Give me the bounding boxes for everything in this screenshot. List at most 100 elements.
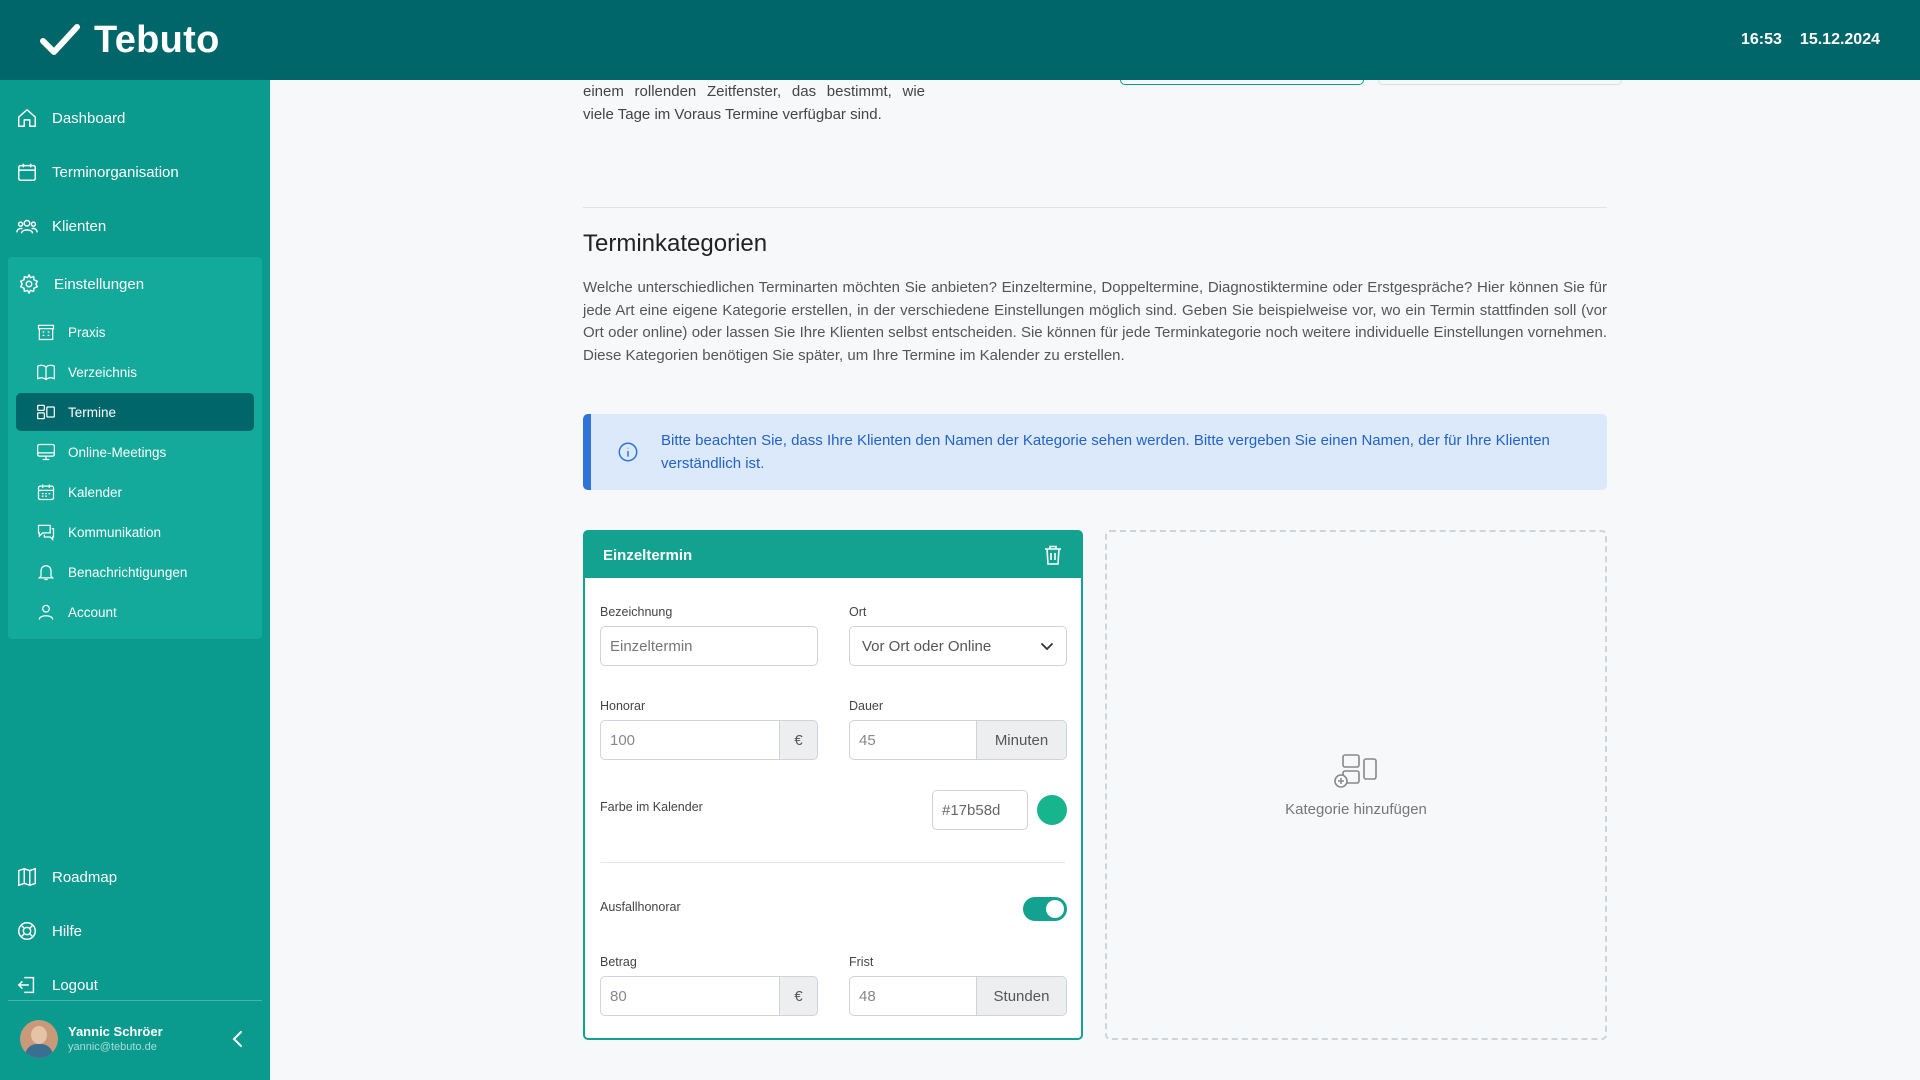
current-date: 15.12.2024: [1799, 31, 1880, 48]
info-icon: [618, 442, 638, 462]
user-profile[interactable]: Yannic Schröer yannic@tebuto.de: [8, 1000, 262, 1076]
dauer-unit: Minuten: [976, 720, 1067, 760]
brand-name: Tebuto: [94, 18, 220, 61]
info-alert: Bitte beachten Sie, dass Ihre Klienten d…: [583, 414, 1607, 490]
category-title: Einzeltermin: [603, 546, 693, 564]
farbe-label: Farbe im Kalender: [600, 800, 703, 814]
farbe-hex-input[interactable]: #17b58d: [932, 790, 1028, 830]
info-text: Bitte beachten Sie, dass Ihre Klienten d…: [661, 432, 1550, 472]
honorar-label: Honorar: [600, 699, 646, 713]
sidebar-item-label: Terminorganisation: [52, 163, 179, 181]
book-icon: [37, 364, 55, 381]
profile-name: Yannic Schröer: [68, 1024, 163, 1039]
sidebar-item-label: Einstellungen: [54, 275, 145, 293]
sidebar-item-verzeichnis[interactable]: Verzeichnis: [16, 353, 254, 391]
checkmark-icon: [40, 24, 80, 55]
sidebar-item-hilfe[interactable]: Hilfe: [0, 904, 270, 958]
calendar-grid-icon: [37, 484, 55, 501]
sidebar-item-label: Kommunikation: [68, 524, 162, 540]
sidebar-item-label: Dashboard: [52, 109, 126, 127]
chevron-down-icon: [1041, 643, 1053, 651]
sidebar-item-label: Kalender: [68, 484, 123, 500]
betrag-label: Betrag: [600, 955, 637, 969]
sidebar-item-label: Roadmap: [52, 868, 118, 886]
category-card: Einzeltermin Bezeichnung Einzeltermin Or…: [583, 530, 1083, 1040]
gear-icon: [20, 274, 38, 294]
appointments-icon: [37, 404, 55, 420]
brand-logo[interactable]: Tebuto: [40, 19, 220, 62]
betrag-input[interactable]: 80: [600, 976, 780, 1016]
top-bar: Tebuto 16:53 15.12.2024: [0, 0, 1920, 80]
color-picker-swatch[interactable]: [1037, 795, 1067, 825]
dauer-label: Dauer: [849, 699, 884, 713]
sidebar-bottom-nav: Roadmap Hilfe Logout: [0, 850, 270, 1012]
trash-icon[interactable]: [1043, 544, 1063, 566]
card-divider: [601, 862, 1065, 863]
building-icon: [37, 324, 55, 341]
sidebar-item-label: Termine: [68, 404, 117, 420]
user-icon: [38, 604, 54, 620]
sidebar-item-online-meetings[interactable]: Online-Meetings: [16, 433, 254, 471]
sidebar-item-kalender[interactable]: Kalender: [16, 473, 254, 511]
avatar: [20, 1019, 58, 1058]
section-divider: [583, 207, 1607, 208]
map-icon: [18, 867, 36, 887]
current-time: 16:53: [1741, 31, 1782, 48]
honorar-currency: €: [779, 720, 818, 760]
home-icon: [18, 109, 36, 127]
frist-input[interactable]: 48: [849, 976, 977, 1016]
sidebar-item-klienten[interactable]: Klienten: [0, 199, 270, 253]
sidebar-item-label: Account: [68, 604, 117, 620]
profile-info: Yannic Schröer yannic@tebuto.de: [68, 1024, 163, 1053]
ort-select[interactable]: Vor Ort oder Online: [849, 626, 1067, 666]
sidebar-item-kommunikation[interactable]: Kommunikation: [16, 513, 254, 551]
settings-group: Einstellungen Praxis Verzeichnis Termine…: [8, 257, 262, 639]
sidebar-item-label: Verzeichnis: [68, 364, 138, 380]
sidebar: Dashboard Terminorganisation Klienten Ei…: [0, 80, 270, 1080]
sidebar-item-label: Klienten: [52, 217, 107, 235]
collapse-sidebar-button[interactable]: [226, 1027, 250, 1051]
ausfallhonorar-label: Ausfallhonorar: [600, 900, 681, 914]
calendar-icon: [18, 163, 36, 181]
bezeichnung-label: Bezeichnung: [600, 605, 673, 619]
add-category-button[interactable]: Kategorie hinzufügen: [1105, 530, 1607, 1040]
sidebar-item-label: Online-Meetings: [68, 444, 167, 460]
sidebar-item-label: Hilfe: [52, 922, 83, 940]
sidebar-item-einstellungen[interactable]: Einstellungen: [8, 257, 262, 311]
sidebar-item-dashboard[interactable]: Dashboard: [0, 91, 270, 145]
sidebar-item-praxis[interactable]: Praxis: [16, 313, 254, 351]
betrag-currency: €: [779, 976, 818, 1016]
sidebar-item-roadmap[interactable]: Roadmap: [0, 850, 270, 904]
frist-label: Frist: [849, 955, 874, 969]
sidebar-item-benachrichtigungen[interactable]: Benachrichtigungen: [16, 553, 254, 591]
sidebar-item-label: Benachrichtigungen: [68, 564, 188, 580]
sidebar-item-account[interactable]: Account: [16, 593, 254, 631]
sidebar-item-label: Logout: [52, 976, 98, 994]
sidebar-item-label: Praxis: [68, 324, 106, 340]
bell-icon: [37, 565, 55, 581]
frist-unit: Stunden: [976, 976, 1067, 1016]
ort-selected-value: Vor Ort oder Online: [862, 637, 992, 655]
bezeichnung-input[interactable]: Einzeltermin: [600, 626, 818, 666]
monitor-icon: [37, 443, 55, 461]
sidebar-item-terminorganisation[interactable]: Terminorganisation: [0, 145, 270, 199]
dauer-input[interactable]: 45: [849, 720, 977, 760]
add-category-label: Kategorie hinzufügen: [1285, 800, 1427, 818]
booking-window-description: einem rollenden Zeitfenster, das bestimm…: [583, 83, 925, 123]
clock: 16:53 15.12.2024: [1741, 31, 1880, 49]
lifebuoy-icon: [18, 922, 36, 940]
logout-icon: [17, 976, 35, 994]
section-description: Welche unterschiedlichen Terminarten möc…: [583, 279, 1607, 364]
section-title: Terminkategorien: [583, 230, 768, 257]
add-category-icon: [1334, 753, 1377, 788]
chevron-left-icon: [232, 1030, 242, 1047]
users-icon: [16, 219, 38, 234]
ort-label: Ort: [849, 605, 867, 619]
profile-email: yannic@tebuto.de: [68, 1041, 157, 1053]
category-card-header: Einzeltermin: [585, 532, 1081, 578]
ausfallhonorar-toggle[interactable]: [1023, 897, 1067, 921]
main-content: einem rollenden Zeitfenster, das bestimm…: [270, 70, 1920, 1080]
sidebar-item-termine[interactable]: Termine: [16, 393, 254, 431]
chat-icon: [37, 524, 55, 542]
honorar-input[interactable]: 100: [600, 720, 780, 760]
